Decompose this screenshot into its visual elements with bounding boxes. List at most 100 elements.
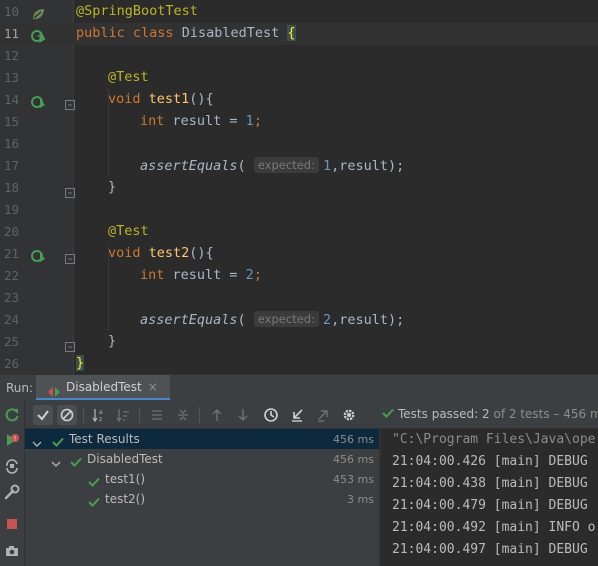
code-line[interactable]: 17 assertEquals( expected: 1,result); [0, 155, 598, 177]
code-line[interactable]: 25 } [0, 331, 598, 353]
line-number: 13 [3, 70, 19, 85]
console-output[interactable]: "C:\Program Files\Java\ope 21:04:00.426 … [381, 429, 598, 566]
code-line[interactable]: 21 void test2(){ [0, 243, 598, 265]
camera-icon[interactable] [4, 543, 20, 559]
rerun-failed-icon[interactable]: ! [4, 432, 20, 448]
code-text: } [108, 179, 117, 195]
svg-text:!: ! [14, 436, 16, 443]
code-line[interactable]: 24 assertEquals( expected: 2,result); [0, 309, 598, 331]
run-label: Run: [6, 381, 34, 395]
gear-icon[interactable] [339, 405, 359, 425]
line-number: 17 [3, 158, 19, 173]
tree-duration: 456 ms [333, 433, 374, 446]
line-number: 20 [3, 224, 19, 239]
stop-icon[interactable] [4, 516, 20, 532]
line-number: 15 [3, 114, 19, 129]
line-number: 14 [3, 92, 19, 107]
svg-text:a: a [99, 409, 103, 416]
line-number: 25 [3, 334, 19, 349]
run-config-icon [48, 382, 60, 397]
tree-duration: 3 ms [347, 493, 374, 506]
test-status: Tests passed: 2 of 2 tests – 456 ms [382, 407, 598, 421]
line-number: 18 [3, 180, 19, 195]
tree-row-test[interactable]: test1() 453 ms [25, 469, 379, 489]
toolbar-separator [139, 407, 140, 423]
code-text: assertEquals( expected: 1,result); [140, 157, 405, 174]
tree-row-test[interactable]: test2() 3 ms [25, 489, 379, 509]
code-line[interactable]: 10 @SpringBootTest [0, 1, 598, 23]
code-editor[interactable]: 10 @SpringBootTest 11 public class Disab… [0, 0, 598, 374]
show-passed-icon[interactable] [33, 405, 53, 425]
export-tests-icon[interactable] [313, 405, 333, 425]
code-line-current[interactable]: 11 public class DisabledTest { [0, 23, 598, 45]
history-icon[interactable] [261, 405, 281, 425]
code-line[interactable]: 13 @Test [0, 67, 598, 89]
next-failed-icon[interactable] [233, 405, 253, 425]
settings-wrench-icon[interactable] [4, 484, 20, 500]
chevron-down-icon[interactable] [32, 434, 42, 447]
line-number: 16 [3, 136, 19, 151]
console-line: 21:04:00.438 [main] DEBUG [392, 476, 588, 491]
check-icon [70, 453, 82, 467]
run-gutter-icon[interactable] [31, 94, 45, 108]
toggle-auto-test-icon[interactable] [4, 458, 20, 474]
code-line[interactable]: 23 [0, 287, 598, 309]
line-number: 19 [3, 202, 19, 217]
code-text: assertEquals( expected: 2,result); [140, 311, 405, 328]
previous-failed-icon[interactable] [207, 405, 227, 425]
code-line[interactable]: 20 @Test [0, 221, 598, 243]
import-tests-icon[interactable] [287, 405, 307, 425]
code-text: public class DisabledTest { [76, 25, 296, 41]
code-line[interactable]: 19 [0, 199, 598, 221]
code-text: int result = 1; [140, 113, 262, 129]
run-gutter-icon[interactable] [31, 248, 45, 262]
show-ignored-icon[interactable] [57, 405, 77, 425]
fold-icon[interactable] [65, 95, 75, 110]
tree-label: Test Results [69, 432, 140, 446]
sort-alpha-icon[interactable]: az [89, 405, 109, 425]
status-passed-count: 2 [482, 407, 490, 421]
spring-bean-icon[interactable] [31, 6, 45, 20]
collapse-all-icon[interactable] [173, 405, 193, 425]
fold-icon[interactable] [65, 183, 75, 198]
tree-row-class[interactable]: DisabledTest 456 ms [25, 449, 379, 469]
check-icon [52, 433, 64, 447]
tree-duration: 456 ms [333, 453, 374, 466]
code-text: @Test [108, 223, 149, 239]
fold-icon[interactable] [65, 249, 75, 264]
sort-duration-icon[interactable] [113, 405, 133, 425]
run-tab[interactable]: DisabledTest × [36, 375, 170, 401]
fold-icon[interactable] [65, 337, 75, 352]
tree-duration: 453 ms [333, 473, 374, 486]
code-line[interactable]: 26 } [0, 353, 598, 374]
toolbar-separator [199, 407, 200, 423]
close-icon[interactable]: × [148, 380, 158, 394]
code-text: int result = 2; [140, 267, 262, 283]
toolbar-separator [83, 407, 84, 423]
rerun-icon[interactable] [4, 407, 20, 423]
code-line[interactable]: 22 int result = 2; [0, 265, 598, 287]
code-line[interactable]: 15 int result = 1; [0, 111, 598, 133]
code-text: } [76, 355, 85, 371]
code-text: void test2(){ [108, 245, 214, 261]
status-prefix: Tests passed: [398, 407, 479, 421]
code-line[interactable]: 16 [0, 133, 598, 155]
tree-label: test1() [105, 472, 146, 486]
line-number: 24 [3, 312, 19, 327]
svg-text:z: z [99, 416, 102, 422]
tree-label: DisabledTest [87, 452, 163, 466]
expand-all-icon[interactable] [147, 405, 167, 425]
code-line[interactable]: 18 } [0, 177, 598, 199]
parameter-hint: expected: [253, 311, 319, 327]
code-text: @Test [108, 69, 149, 85]
run-gutter-icon[interactable] [31, 28, 46, 43]
console-line: 21:04:00.479 [main] DEBUG [392, 498, 588, 513]
check-icon [88, 493, 100, 507]
code-line[interactable]: 14 void test1(){ [0, 89, 598, 111]
line-number: 10 [3, 4, 19, 19]
chevron-down-icon[interactable] [51, 454, 61, 467]
test-results-tree[interactable]: Test Results 456 ms DisabledTest 456 ms … [25, 429, 379, 566]
line-number: 26 [3, 356, 19, 371]
code-line[interactable]: 12 [0, 45, 598, 67]
tree-row-test-results[interactable]: Test Results 456 ms [25, 429, 379, 449]
